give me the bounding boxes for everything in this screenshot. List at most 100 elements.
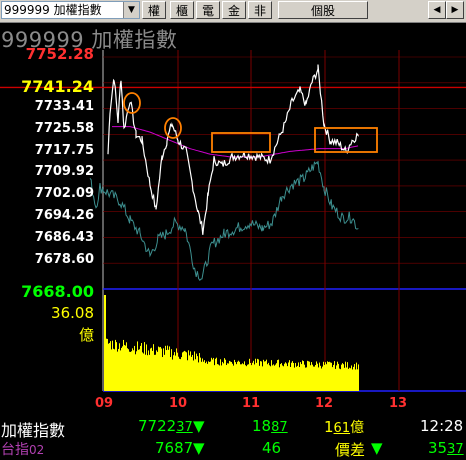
futures-name: 台指02 <box>1 439 44 459</box>
volume-bar <box>324 364 325 391</box>
volume-bar <box>177 352 178 391</box>
volume-bar <box>123 339 124 391</box>
volume-bar <box>223 363 224 391</box>
volume-bar <box>314 366 315 391</box>
y-label: 7694.26 <box>34 208 94 223</box>
volume-bar <box>116 342 117 391</box>
index-price-sub: 37 <box>176 420 193 435</box>
volume-bar <box>226 365 227 391</box>
volume-bar <box>273 364 274 391</box>
volume-bar <box>181 357 182 391</box>
volume-bar <box>350 368 351 391</box>
volume-bar <box>268 362 269 391</box>
volume-bar <box>287 366 288 391</box>
volume-bar <box>231 362 232 391</box>
x-label: 10 <box>169 396 188 411</box>
volume-bar <box>322 366 323 391</box>
volume-bar <box>251 365 252 391</box>
volume-bar <box>296 366 297 391</box>
volume-bar <box>155 354 156 391</box>
volume-bar <box>197 356 198 391</box>
volume-bar <box>125 345 126 391</box>
volume-bar <box>165 345 166 391</box>
volume-bar <box>117 351 118 391</box>
volume-bar <box>239 361 240 391</box>
volume-bar <box>148 350 149 391</box>
volume-bar <box>260 361 261 391</box>
volume-bar <box>131 351 132 391</box>
volume-bar <box>338 363 339 391</box>
volume-bar <box>104 295 105 391</box>
volume-bar <box>203 361 204 391</box>
volume-bar <box>145 354 146 391</box>
x-label: 13 <box>389 396 408 411</box>
futures-price: 7687 <box>155 439 194 457</box>
volume-bar <box>229 360 230 391</box>
volume-bar <box>186 352 187 391</box>
volume-bar <box>190 351 191 391</box>
down-arrow-icon: ▼ <box>193 439 205 457</box>
volume-bar <box>140 345 141 391</box>
volume-bar <box>183 351 184 391</box>
futures-quote-row[interactable]: 台指02 7687 ▼ 46 價差 ▼ 3537 <box>0 439 466 459</box>
volume-bar <box>321 368 322 391</box>
volume-bar <box>290 366 291 391</box>
volume-bar <box>210 361 211 391</box>
volume-bar <box>233 365 234 391</box>
volume-bar <box>255 358 256 391</box>
volume-bar <box>211 357 212 391</box>
volume-bar <box>328 362 329 391</box>
volume-bar <box>200 357 201 391</box>
volume-bar <box>136 351 137 391</box>
index-volume-sub: 61 <box>333 421 351 436</box>
volume-bar <box>291 362 292 391</box>
volume-bar <box>304 364 305 391</box>
volume-bar <box>288 362 289 391</box>
volume-bar <box>285 362 286 391</box>
volume-bar <box>313 366 314 391</box>
volume-bar <box>169 346 170 391</box>
volume-bar <box>164 354 165 391</box>
index-quote-row[interactable]: 加權指數 772237 ▼ 1887 161億 12:28 <box>0 417 466 440</box>
volume-bar <box>162 357 163 391</box>
volume-bar <box>224 358 225 391</box>
volume-bar <box>184 350 185 391</box>
futures-line <box>89 160 359 281</box>
y-label: 7678.60 <box>34 252 94 267</box>
volume-bar <box>114 349 115 391</box>
volume-bar <box>293 362 294 391</box>
volume-bar <box>358 364 359 391</box>
volume-unit-label: 億 <box>78 326 94 344</box>
volume-bar <box>256 362 257 391</box>
volume-bar <box>258 359 259 391</box>
volume-bar <box>330 362 331 391</box>
volume-bar <box>270 366 271 391</box>
volume-bar <box>294 367 295 391</box>
volume-bar <box>246 366 247 391</box>
volume-bar <box>341 364 342 391</box>
volume-bar <box>219 365 220 391</box>
y-label-prev-close: 7741.24 <box>21 77 94 96</box>
volume-bar <box>299 367 300 391</box>
y-label: 7686.43 <box>34 230 94 245</box>
volume-bar <box>110 341 111 391</box>
volume-bar <box>284 363 285 391</box>
volume-bar <box>147 355 148 391</box>
volume-bar <box>347 362 348 391</box>
volume-bar <box>267 364 268 391</box>
volume-bar <box>207 363 208 391</box>
volume-bar <box>128 349 129 391</box>
volume-bar <box>355 369 356 391</box>
volume-bar <box>119 343 120 391</box>
volume-bar <box>243 364 244 391</box>
volume-bar <box>252 362 253 391</box>
volume-bar <box>278 359 279 391</box>
volume-bar <box>111 349 112 391</box>
volume-bar <box>334 361 335 391</box>
volume-bar <box>154 354 155 391</box>
volume-bar <box>171 349 172 391</box>
volume-bar <box>205 363 206 391</box>
volume-bar <box>161 348 162 391</box>
volume-bar <box>198 362 199 391</box>
volume-bar <box>138 349 139 391</box>
